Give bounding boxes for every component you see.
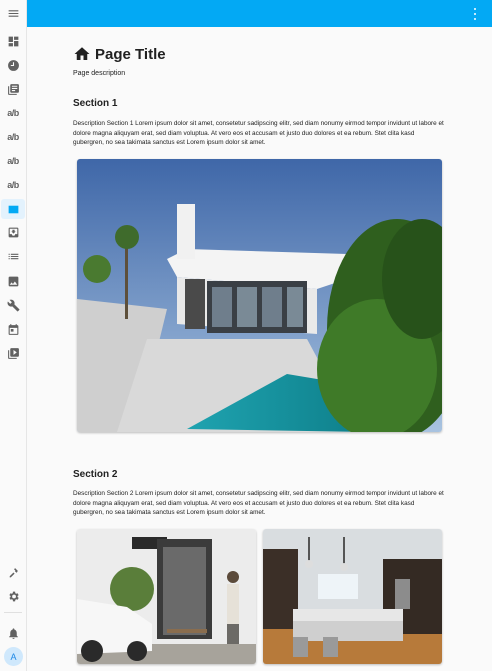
fraction-label: a/b — [7, 156, 19, 166]
menu-icon[interactable] — [1, 3, 25, 23]
calendar-icon[interactable] — [1, 319, 25, 339]
section-title: Section 2 — [73, 469, 118, 480]
sidebar-divider — [4, 612, 22, 613]
dashboard-icon[interactable] — [1, 31, 25, 51]
home-icon — [74, 47, 90, 60]
car-photo — [77, 529, 256, 664]
clock-icon[interactable] — [1, 55, 25, 75]
list-icon[interactable] — [1, 246, 25, 266]
fraction-icon[interactable]: a/b — [1, 151, 25, 171]
inbox-icon[interactable] — [1, 222, 25, 242]
bell-icon[interactable] — [1, 623, 25, 643]
image-icon[interactable] — [1, 271, 25, 291]
fraction-icon[interactable]: a/b — [1, 127, 25, 147]
page-title: Page Title — [95, 45, 166, 63]
fraction-label: a/b — [7, 132, 19, 142]
rectangle-icon[interactable] — [1, 199, 25, 219]
wrench-icon[interactable] — [1, 295, 25, 315]
section-description: Description Section 1 Lorem ipsum dolor … — [73, 120, 444, 146]
fraction-icon[interactable]: a/b — [1, 103, 25, 123]
section-description: Description Section 2 Lorem ipsum dolor … — [73, 490, 444, 516]
video-library-icon[interactable] — [1, 343, 25, 363]
section-title: Section 1 — [73, 98, 118, 109]
title-row: Page Title — [73, 45, 166, 63]
house-photo — [77, 159, 442, 432]
avatar[interactable]: A — [4, 647, 23, 666]
build-icon[interactable] — [1, 562, 25, 582]
kitchen-photo — [263, 529, 442, 664]
more-vert-icon[interactable] — [471, 7, 479, 21]
library-icon[interactable] — [1, 79, 25, 99]
top-app-bar — [27, 0, 492, 27]
page-description: Page description — [73, 70, 126, 77]
gear-icon[interactable] — [1, 586, 25, 606]
fraction-label: a/b — [7, 180, 19, 190]
sidebar: a/b a/b a/b a/b A — [0, 0, 27, 671]
fraction-label: a/b — [7, 108, 19, 118]
fraction-icon[interactable]: a/b — [1, 175, 25, 195]
